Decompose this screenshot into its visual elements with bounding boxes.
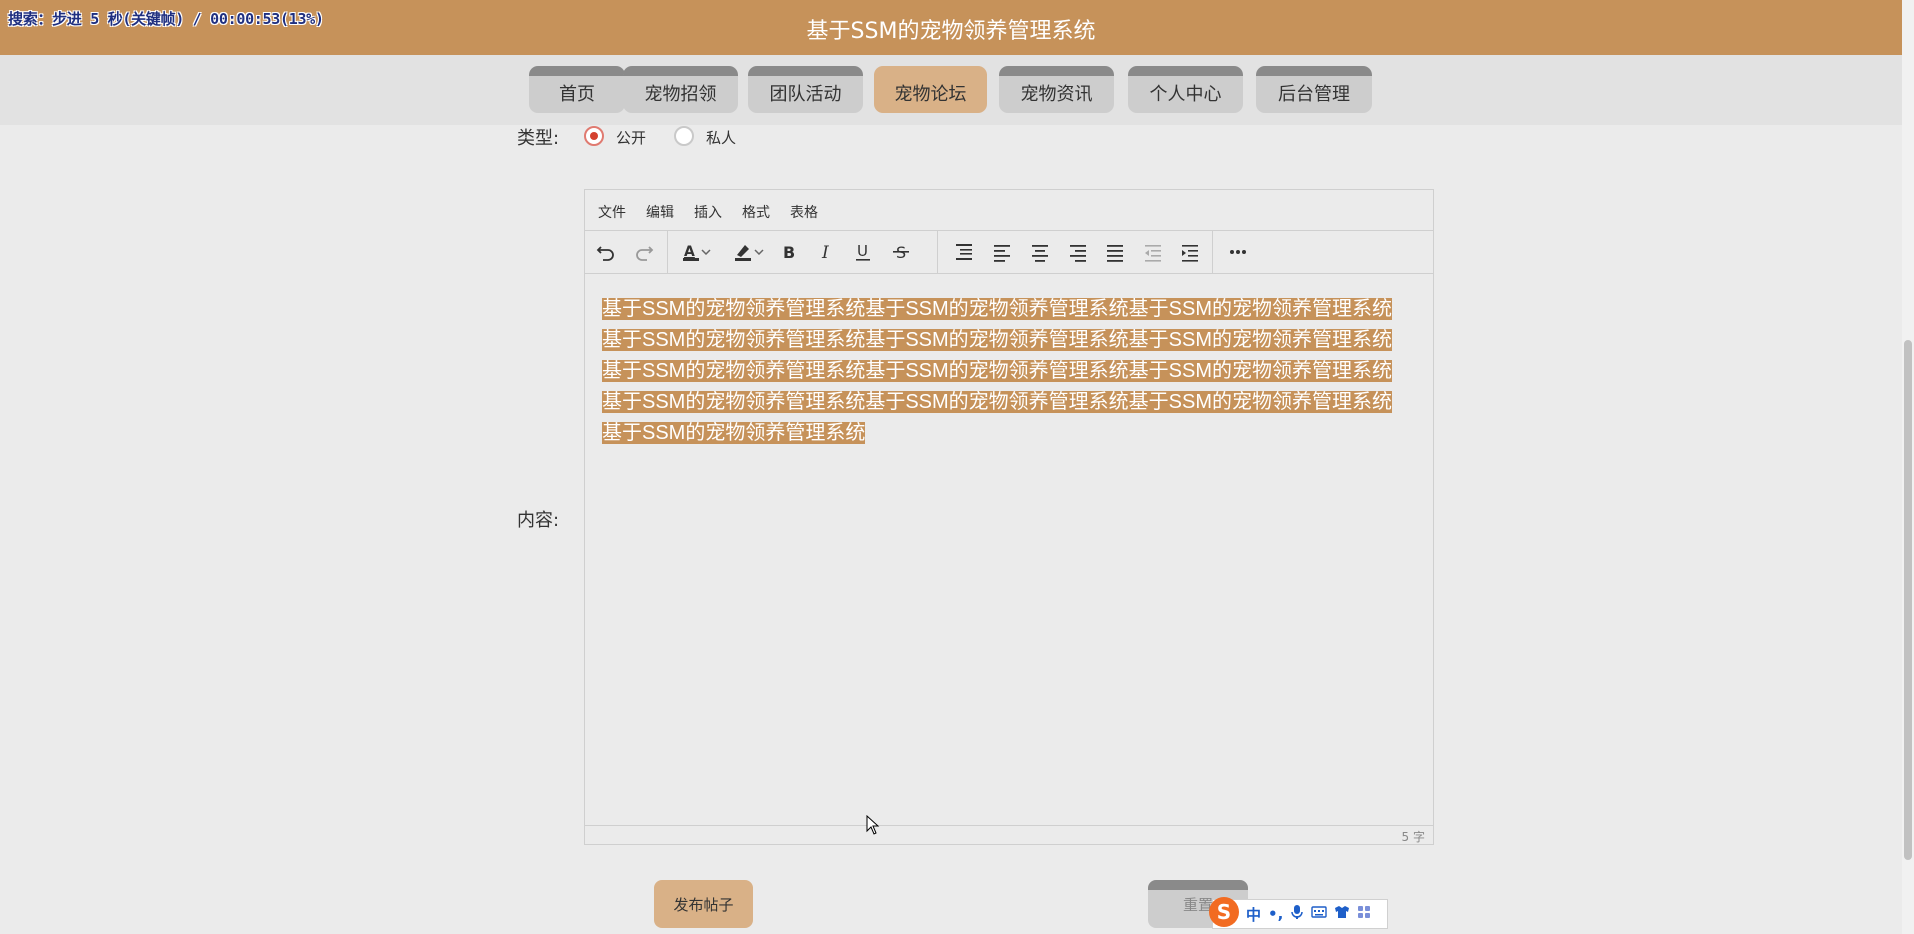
nav-item-pet-news[interactable]: 宠物资讯: [999, 66, 1114, 113]
nav-item-admin[interactable]: 后台管理: [1256, 66, 1372, 113]
nav-item-pet-claim[interactable]: 宠物招领: [623, 66, 738, 113]
editor-statusbar: 5 字: [585, 825, 1433, 844]
apps-grid-icon[interactable]: [1357, 905, 1371, 923]
menu-insert[interactable]: 插入: [694, 202, 722, 222]
nav-item-pet-forum[interactable]: 宠物论坛: [874, 66, 987, 113]
align-justify-icon[interactable]: [1101, 238, 1129, 266]
strikethrough-icon[interactable]: S: [887, 238, 915, 266]
nav-item-home[interactable]: 首页: [529, 66, 625, 113]
underline-icon[interactable]: U: [849, 238, 877, 266]
word-count: 5 字: [1401, 830, 1425, 844]
bold-icon[interactable]: B: [775, 238, 803, 266]
mouse-cursor-icon: [866, 814, 880, 839]
menu-format[interactable]: 格式: [742, 202, 770, 222]
svg-text:A: A: [684, 244, 695, 260]
outdent-icon[interactable]: [1139, 238, 1167, 266]
radio-public-label[interactable]: 公开: [616, 127, 646, 148]
page-scrollbar[interactable]: [1902, 0, 1914, 934]
undo-icon[interactable]: [592, 238, 620, 266]
ime-punctuation[interactable]: •,: [1268, 905, 1283, 923]
microphone-icon[interactable]: [1290, 904, 1304, 924]
toolbar-separator: [937, 231, 938, 273]
redo-icon[interactable]: [630, 238, 658, 266]
nav-item-personal-center[interactable]: 个人中心: [1128, 66, 1243, 113]
rich-text-editor: 文件 编辑 插入 格式 表格 A B I U 基于SSM的宠物领养管理系统基于S…: [584, 189, 1434, 845]
skin-icon[interactable]: [1334, 905, 1350, 923]
toolbar-separator: [1212, 231, 1213, 273]
svg-text:B: B: [783, 243, 795, 262]
content-label: 内容:: [517, 510, 560, 531]
more-icon[interactable]: [1224, 238, 1252, 266]
align-left-icon[interactable]: [988, 238, 1016, 266]
ime-chinese-mode[interactable]: 中: [1246, 904, 1261, 925]
radio-private[interactable]: [674, 126, 694, 146]
chevron-down-icon[interactable]: [698, 238, 714, 266]
svg-text:I: I: [821, 243, 829, 263]
align-center-icon[interactable]: [1026, 238, 1054, 266]
scrollbar-thumb[interactable]: [1904, 340, 1912, 860]
sogou-logo-icon[interactable]: S: [1209, 897, 1239, 927]
chevron-down-icon[interactable]: [751, 238, 767, 266]
editor-content[interactable]: 基于SSM的宠物领养管理系统基于SSM的宠物领养管理系统基于SSM的宠物领养管理…: [602, 294, 1412, 449]
nav-item-team-activity[interactable]: 团队活动: [748, 66, 863, 113]
video-overlay-text: 搜索：步进 5 秒(关键帧) / 00:00:53(13%): [8, 10, 324, 28]
toolbar-separator: [667, 231, 668, 273]
svg-text:U: U: [857, 242, 868, 260]
nav-bar: 首页 宠物招领 团队活动 宠物论坛 宠物资讯 个人中心 后台管理: [0, 55, 1902, 125]
keyboard-icon[interactable]: [1311, 905, 1328, 923]
menu-table[interactable]: 表格: [790, 202, 818, 222]
editor-menubar: 文件 编辑 插入 格式 表格: [585, 190, 1433, 231]
ime-toolbar[interactable]: S 中 •,: [1209, 897, 1388, 929]
radio-public[interactable]: [584, 126, 604, 146]
publish-post-button[interactable]: 发布帖子: [654, 880, 753, 928]
menu-file[interactable]: 文件: [598, 202, 626, 222]
radio-private-label[interactable]: 私人: [706, 127, 736, 148]
align-right-icon[interactable]: [1064, 238, 1092, 266]
line-height-icon[interactable]: [950, 238, 978, 266]
indent-icon[interactable]: [1176, 238, 1204, 266]
type-label: 类型:: [517, 128, 560, 149]
selected-content-text: 基于SSM的宠物领养管理系统基于SSM的宠物领养管理系统基于SSM的宠物领养管理…: [602, 298, 1393, 444]
menu-edit[interactable]: 编辑: [646, 202, 674, 222]
italic-icon[interactable]: I: [812, 238, 840, 266]
editor-toolbar: A B I U S: [585, 231, 1433, 274]
